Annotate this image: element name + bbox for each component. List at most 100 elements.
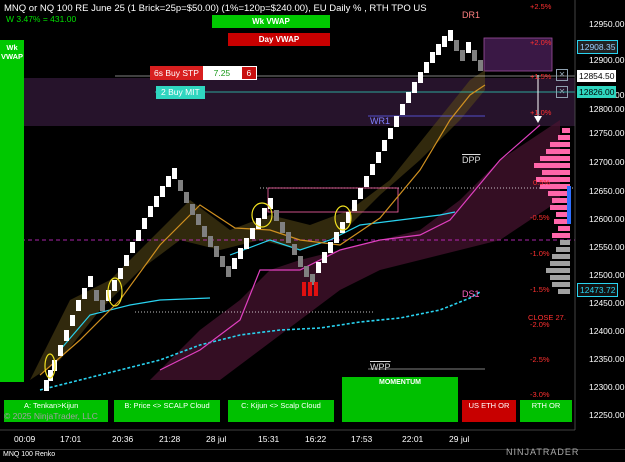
time-label: 22:01 <box>402 434 424 444</box>
down-brick <box>286 232 291 243</box>
up-brick <box>148 206 153 217</box>
down-brick <box>298 256 303 267</box>
price-tag-last: 12854.50 <box>577 70 617 82</box>
close-icon[interactable]: ✕ <box>556 69 568 81</box>
level-wr1: WR1 <box>370 116 390 126</box>
down-brick <box>208 236 213 247</box>
buy-stop-price[interactable]: 7.25 <box>202 66 241 80</box>
up-brick <box>322 252 327 263</box>
up-brick <box>124 255 129 266</box>
up-brick <box>118 268 123 279</box>
day-vwap-button[interactable]: Day VWAP <box>228 33 330 46</box>
price-scalp-cloud-button[interactable]: B: Price <> SCALP Cloud <box>114 400 220 422</box>
down-brick <box>460 50 465 61</box>
profile-bar <box>552 233 570 238</box>
up-brick <box>412 82 417 93</box>
down-brick <box>220 256 225 267</box>
sell-signal-bar <box>302 282 306 296</box>
us-eth-or-button[interactable]: US ETH OR <box>462 400 516 422</box>
level-ds1: DS1 <box>462 289 480 299</box>
price-label: 12700.00 <box>589 157 625 167</box>
profile-bar <box>548 191 570 196</box>
time-label: 20:36 <box>112 434 134 444</box>
pct-label: -3.0% <box>530 390 550 399</box>
wk-vwap-button[interactable]: Wk VWAP <box>212 15 330 28</box>
pct-label: +2.0% <box>530 38 552 47</box>
down-brick <box>202 226 207 237</box>
price-label: 12350.00 <box>589 354 625 364</box>
wk-vwap-sidebar[interactable]: Wk VWAP <box>0 40 24 382</box>
up-brick <box>364 176 369 187</box>
down-brick <box>184 192 189 203</box>
buy-stop-qty[interactable]: 6 <box>240 66 257 80</box>
price-label: 12500.00 <box>589 270 625 280</box>
ninjatrader-logo: NINJATRADER <box>506 447 580 457</box>
down-brick <box>226 266 231 277</box>
profile-bar <box>552 282 570 287</box>
up-brick <box>166 176 171 187</box>
down-brick <box>94 290 99 301</box>
up-brick <box>64 330 69 341</box>
up-brick <box>436 44 441 55</box>
down-brick <box>178 180 183 191</box>
up-brick <box>388 128 393 139</box>
up-brick <box>418 72 423 83</box>
kijun-scalp-cloud-button[interactable]: C: Kijun <> Scalp Cloud <box>228 400 334 422</box>
close-label: CLOSE 27. <box>528 313 566 322</box>
up-brick <box>160 186 165 197</box>
profile-bar <box>550 261 570 266</box>
price-tag-low: 12473.72 <box>577 283 619 297</box>
up-brick <box>376 152 381 163</box>
profile-bar <box>542 170 570 175</box>
profile-bar <box>560 240 570 245</box>
up-brick <box>82 288 87 299</box>
up-brick <box>316 262 321 273</box>
copyright: © 2025 NinjaTrader, LLC <box>4 411 98 421</box>
buy-mit-order[interactable]: 2 Buy MIT <box>156 86 205 99</box>
up-brick <box>112 280 117 291</box>
up-brick <box>394 116 399 127</box>
rth-or-button[interactable]: RTH OR <box>520 400 572 422</box>
profile-bar <box>550 142 570 147</box>
up-brick <box>430 52 435 63</box>
down-brick <box>454 40 459 51</box>
up-brick <box>48 370 53 381</box>
pct-label: -2.5% <box>530 355 550 364</box>
level-dr1: DR1 <box>462 10 481 20</box>
level-dpp: DPP <box>462 155 481 165</box>
close-icon[interactable]: ✕ <box>556 86 568 98</box>
pct-label: +1.5% <box>530 72 552 81</box>
profile-bar <box>558 226 570 231</box>
down-brick <box>196 214 201 225</box>
time-label: 17:53 <box>351 434 373 444</box>
price-tag-mit: 12826.00 <box>577 86 617 98</box>
price-label: 12450.00 <box>589 298 625 308</box>
down-brick <box>304 266 309 277</box>
buy-stop-order[interactable]: 6s Buy STP 7.25 6 <box>150 66 257 80</box>
pct-label: -0.5% <box>530 213 550 222</box>
price-label: 12950.00 <box>589 19 625 29</box>
wk-vwap-sidebar-label: Wk VWAP <box>0 43 24 61</box>
profile-bar <box>556 247 570 252</box>
down-brick <box>292 244 297 255</box>
up-brick <box>352 200 357 211</box>
price-tag-top: 12908.35 <box>577 40 619 54</box>
profile-bar <box>552 254 570 259</box>
up-brick <box>370 164 375 175</box>
time-label: 17:01 <box>60 434 82 444</box>
up-brick <box>328 242 333 253</box>
profile-bar <box>540 156 570 161</box>
up-brick <box>466 42 471 53</box>
instrument-tab[interactable]: MNQ 100 Renko <box>3 451 55 458</box>
up-brick <box>130 242 135 253</box>
buy-stop-label[interactable]: 6s Buy STP <box>150 66 203 80</box>
up-brick <box>136 230 141 241</box>
momentum-button[interactable]: MOMENTUM <box>342 377 458 422</box>
price-label: 12400.00 <box>589 326 625 336</box>
sell-signal-bar <box>314 282 318 296</box>
buy-mit-label[interactable]: 2 Buy MIT <box>156 86 205 99</box>
up-brick <box>58 345 63 356</box>
price-label: 12750.00 <box>589 128 625 138</box>
up-brick <box>250 228 255 239</box>
time-label: 21:28 <box>159 434 181 444</box>
